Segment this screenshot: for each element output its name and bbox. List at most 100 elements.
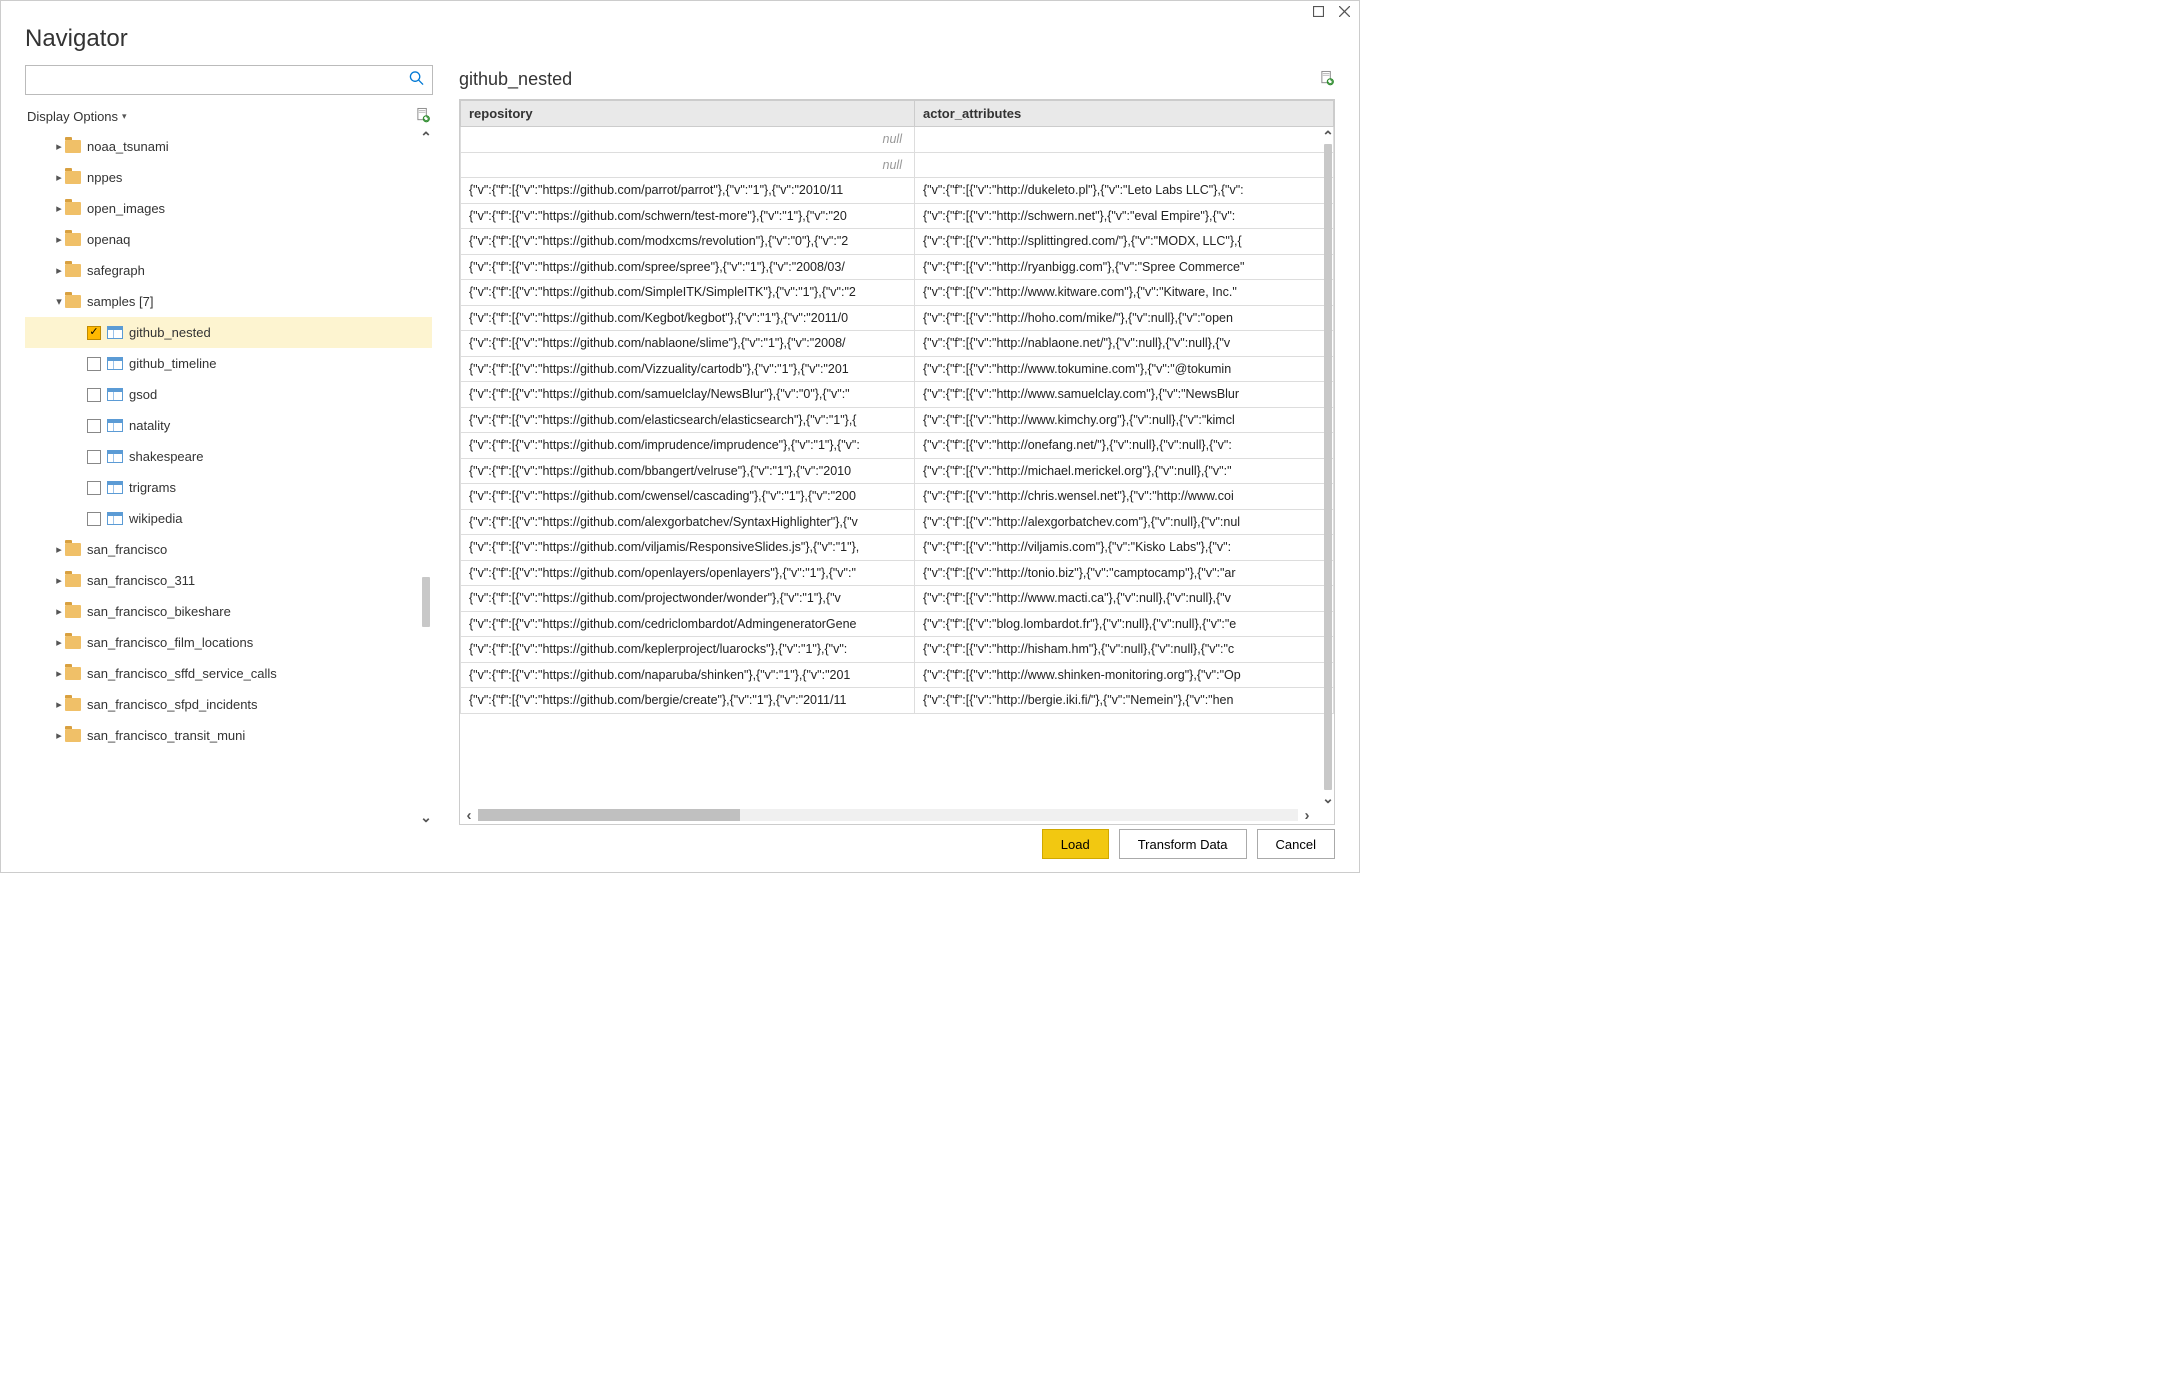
tree-item[interactable]: san_francisco — [25, 534, 432, 565]
table-row[interactable]: {"v":{"f":[{"v":"https://github.com/proj… — [461, 586, 1334, 612]
tree-checkbox[interactable] — [87, 388, 101, 402]
table-row[interactable]: {"v":{"f":[{"v":"https://github.com/kepl… — [461, 637, 1334, 663]
expand-arrow[interactable] — [53, 729, 65, 742]
cell-repository[interactable]: {"v":{"f":[{"v":"https://github.com/modx… — [461, 229, 915, 255]
table-row[interactable]: {"v":{"f":[{"v":"https://github.com/Kegb… — [461, 305, 1334, 331]
cell-actor-attributes[interactable]: {"v":{"f":[{"v":"http://alexgorbatchev.c… — [915, 509, 1334, 535]
cell-repository[interactable]: {"v":{"f":[{"v":"https://github.com/cwen… — [461, 484, 915, 510]
scroll-up-arrow[interactable]: ⌃ — [420, 129, 432, 145]
tree-item[interactable]: san_francisco_bikeshare — [25, 596, 432, 627]
cell-repository[interactable]: {"v":{"f":[{"v":"https://github.com/samu… — [461, 382, 915, 408]
table-row[interactable]: {"v":{"f":[{"v":"https://github.com/spre… — [461, 254, 1334, 280]
scroll-down-arrow[interactable]: ⌄ — [1322, 790, 1334, 806]
cell-actor-attributes[interactable]: {"v":{"f":[{"v":"http://schwern.net"},{"… — [915, 203, 1334, 229]
table-row[interactable]: {"v":{"f":[{"v":"https://github.com/Simp… — [461, 280, 1334, 306]
expand-arrow[interactable] — [53, 233, 65, 246]
table-row[interactable]: {"v":{"f":[{"v":"https://github.com/modx… — [461, 229, 1334, 255]
tree-checkbox[interactable] — [87, 326, 101, 340]
tree-item[interactable]: noaa_tsunami — [25, 131, 432, 162]
tree-item[interactable]: san_francisco_film_locations — [25, 627, 432, 658]
tree-item[interactable]: samples [7] — [25, 286, 432, 317]
table-row[interactable]: {"v":{"f":[{"v":"https://github.com/schw… — [461, 203, 1334, 229]
cell-actor-attributes[interactable]: {"v":{"f":[{"v":"http://www.kimchy.org"}… — [915, 407, 1334, 433]
cell-repository[interactable]: {"v":{"f":[{"v":"https://github.com/parr… — [461, 178, 915, 204]
cell-repository[interactable]: {"v":{"f":[{"v":"https://github.com/vilj… — [461, 535, 915, 561]
cell-actor-attributes[interactable]: {"v":{"f":[{"v":"http://www.macti.ca"},{… — [915, 586, 1334, 612]
table-row[interactable]: {"v":{"f":[{"v":"https://github.com/berg… — [461, 688, 1334, 714]
cell-repository[interactable]: {"v":{"f":[{"v":"https://github.com/proj… — [461, 586, 915, 612]
expand-arrow[interactable] — [53, 667, 65, 680]
cell-actor-attributes[interactable]: {"v":{"f":[{"v":"http://www.kitware.com"… — [915, 280, 1334, 306]
expand-arrow[interactable] — [53, 698, 65, 711]
cell-repository[interactable]: {"v":{"f":[{"v":"https://github.com/berg… — [461, 688, 915, 714]
table-row[interactable]: {"v":{"f":[{"v":"https://github.com/vilj… — [461, 535, 1334, 561]
search-icon[interactable] — [409, 71, 424, 90]
tree-item[interactable]: san_francisco_sffd_service_calls — [25, 658, 432, 689]
scroll-thumb[interactable] — [1324, 144, 1332, 790]
table-row[interactable]: {"v":{"f":[{"v":"https://github.com/cedr… — [461, 611, 1334, 637]
tree-checkbox[interactable] — [87, 419, 101, 433]
tree-item[interactable]: trigrams — [25, 472, 432, 503]
cell-actor-attributes[interactable] — [915, 127, 1334, 153]
tree-item[interactable]: san_francisco_311 — [25, 565, 432, 596]
cell-repository[interactable]: {"v":{"f":[{"v":"https://github.com/elas… — [461, 407, 915, 433]
tree-checkbox[interactable] — [87, 512, 101, 526]
table-row[interactable]: {"v":{"f":[{"v":"https://github.com/nabl… — [461, 331, 1334, 357]
transform-data-button[interactable]: Transform Data — [1119, 829, 1247, 859]
tree-checkbox[interactable] — [87, 481, 101, 495]
refresh-icon[interactable] — [416, 107, 431, 126]
refresh-preview-icon[interactable] — [1320, 70, 1335, 89]
cell-actor-attributes[interactable]: {"v":{"f":[{"v":"http://ryanbigg.com"},{… — [915, 254, 1334, 280]
table-row[interactable]: {"v":{"f":[{"v":"https://github.com/impr… — [461, 433, 1334, 459]
expand-arrow[interactable] — [53, 295, 65, 308]
expand-arrow[interactable] — [53, 605, 65, 618]
tree-item[interactable]: san_francisco_sfpd_incidents — [25, 689, 432, 720]
table-row[interactable]: {"v":{"f":[{"v":"https://github.com/elas… — [461, 407, 1334, 433]
tree-item[interactable]: openaq — [25, 224, 432, 255]
expand-arrow[interactable] — [53, 264, 65, 277]
navigator-tree[interactable]: noaa_tsunaminppesopen_imagesopenaqsafegr… — [25, 129, 432, 825]
window-maximize-icon[interactable] — [1311, 4, 1325, 18]
tree-item[interactable]: shakespeare — [25, 441, 432, 472]
expand-arrow[interactable] — [53, 202, 65, 215]
cell-repository[interactable]: {"v":{"f":[{"v":"https://github.com/bban… — [461, 458, 915, 484]
tree-vertical-scrollbar[interactable]: ⌃ ⌄ — [420, 129, 432, 825]
cell-repository[interactable]: {"v":{"f":[{"v":"https://github.com/kepl… — [461, 637, 915, 663]
table-row[interactable]: {"v":{"f":[{"v":"https://github.com/Vizz… — [461, 356, 1334, 382]
cell-repository[interactable]: {"v":{"f":[{"v":"https://github.com/Kegb… — [461, 305, 915, 331]
tree-item[interactable]: github_timeline — [25, 348, 432, 379]
table-row[interactable]: {"v":{"f":[{"v":"https://github.com/cwen… — [461, 484, 1334, 510]
tree-item[interactable]: nppes — [25, 162, 432, 193]
table-row[interactable]: null — [461, 152, 1334, 178]
table-row[interactable]: {"v":{"f":[{"v":"https://github.com/alex… — [461, 509, 1334, 535]
cell-actor-attributes[interactable]: {"v":{"f":[{"v":"http://splittingred.com… — [915, 229, 1334, 255]
tree-item[interactable]: github_nested — [25, 317, 432, 348]
column-header-actor-attributes[interactable]: actor_attributes — [915, 101, 1334, 127]
expand-arrow[interactable] — [53, 171, 65, 184]
cell-actor-attributes[interactable]: {"v":{"f":[{"v":"blog.lombardot.fr"},{"v… — [915, 611, 1334, 637]
cell-repository[interactable]: {"v":{"f":[{"v":"https://github.com/napa… — [461, 662, 915, 688]
tree-item[interactable]: safegraph — [25, 255, 432, 286]
table-row[interactable]: {"v":{"f":[{"v":"https://github.com/parr… — [461, 178, 1334, 204]
cell-repository[interactable]: {"v":{"f":[{"v":"https://github.com/cedr… — [461, 611, 915, 637]
table-row[interactable]: {"v":{"f":[{"v":"https://github.com/bban… — [461, 458, 1334, 484]
cell-repository[interactable]: null — [461, 152, 915, 178]
preview-table[interactable]: repository actor_attributes nullnull{"v"… — [459, 99, 1335, 825]
load-button[interactable]: Load — [1042, 829, 1109, 859]
tree-item[interactable]: san_francisco_transit_muni — [25, 720, 432, 751]
cell-actor-attributes[interactable]: {"v":{"f":[{"v":"http://viljamis.com"},{… — [915, 535, 1334, 561]
scroll-thumb[interactable] — [422, 577, 430, 627]
cancel-button[interactable]: Cancel — [1257, 829, 1335, 859]
window-close-icon[interactable] — [1337, 4, 1351, 18]
cell-actor-attributes[interactable]: {"v":{"f":[{"v":"http://dukeleto.pl"},{"… — [915, 178, 1334, 204]
tree-item[interactable]: gsod — [25, 379, 432, 410]
scroll-up-arrow[interactable]: ⌃ — [1322, 128, 1334, 144]
search-input[interactable] — [26, 66, 432, 94]
cell-actor-attributes[interactable]: {"v":{"f":[{"v":"http://nablaone.net/"},… — [915, 331, 1334, 357]
cell-actor-attributes[interactable]: {"v":{"f":[{"v":"http://www.samuelclay.c… — [915, 382, 1334, 408]
cell-actor-attributes[interactable]: {"v":{"f":[{"v":"http://chris.wensel.net… — [915, 484, 1334, 510]
expand-arrow[interactable] — [53, 574, 65, 587]
cell-repository[interactable]: {"v":{"f":[{"v":"https://github.com/impr… — [461, 433, 915, 459]
table-row[interactable]: {"v":{"f":[{"v":"https://github.com/open… — [461, 560, 1334, 586]
expand-arrow[interactable] — [53, 636, 65, 649]
